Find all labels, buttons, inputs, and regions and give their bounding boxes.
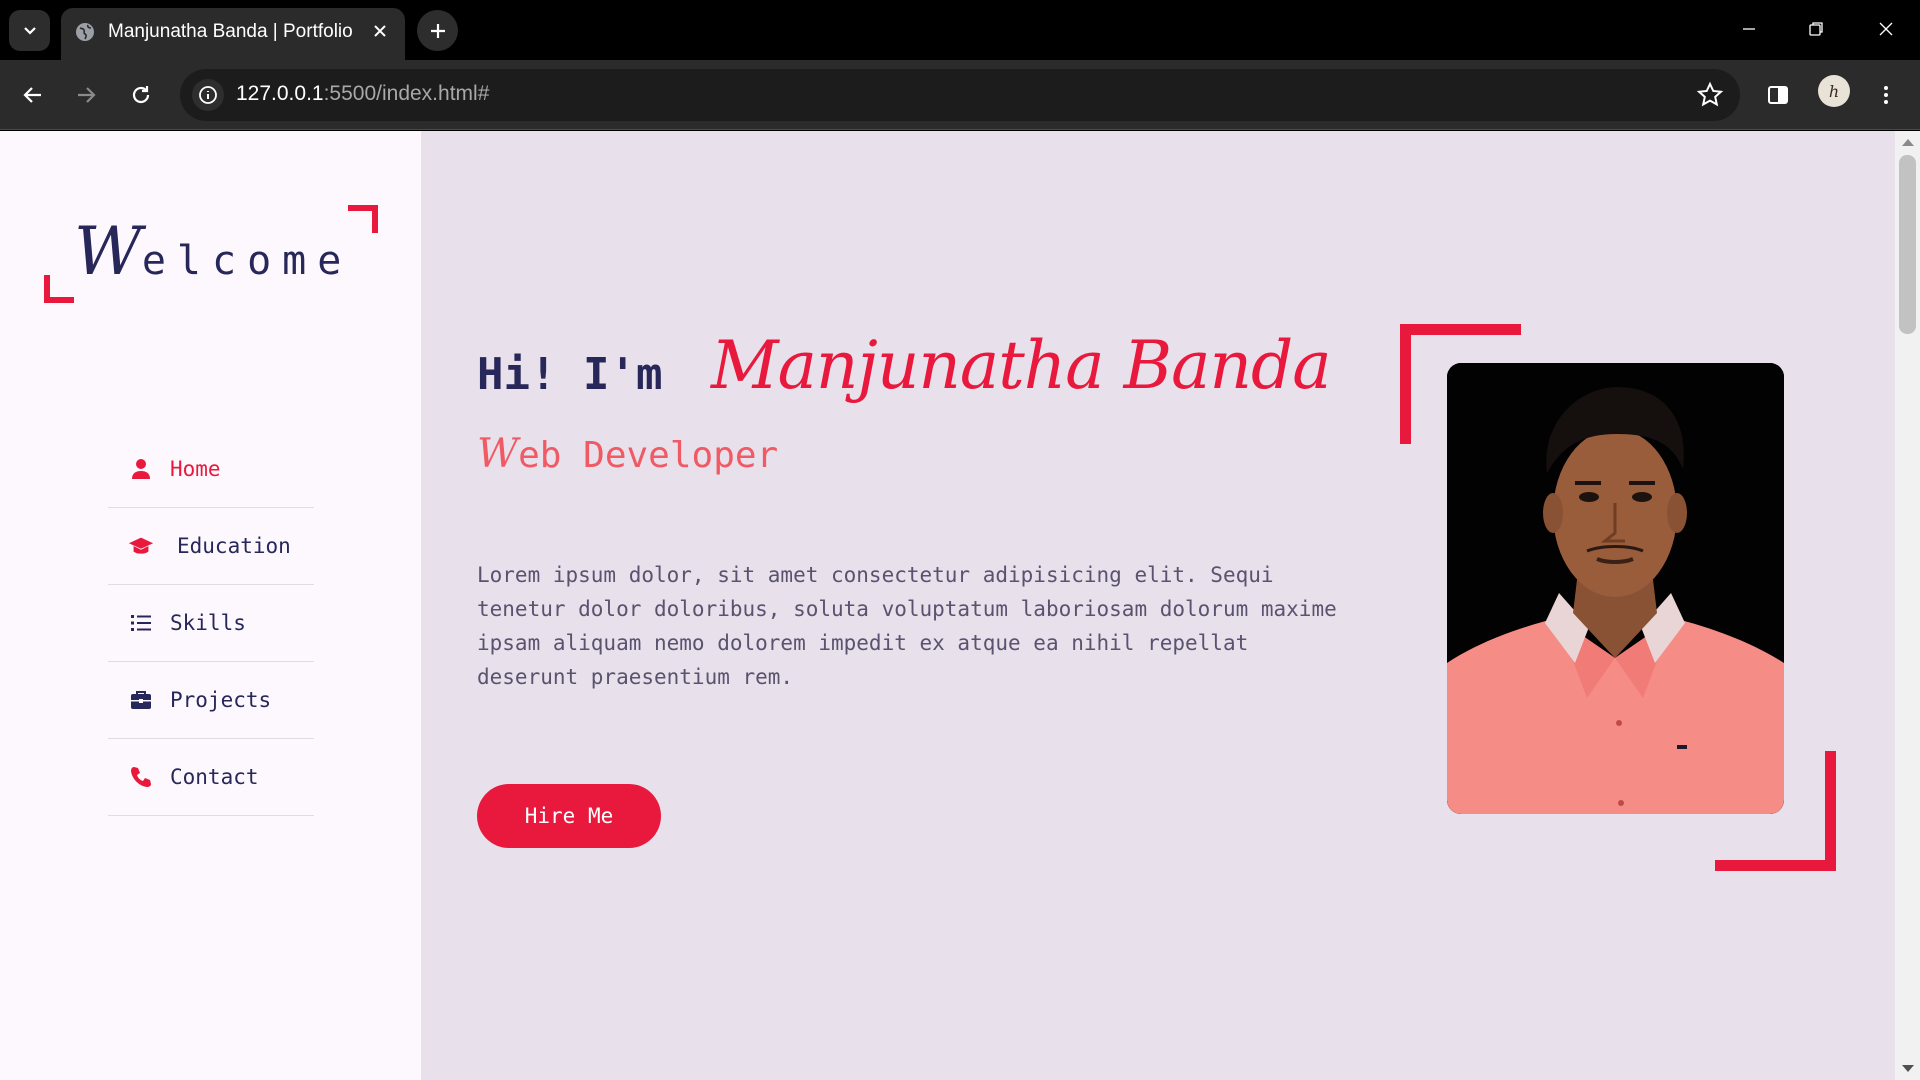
nav-item-projects[interactable]: Projects: [108, 662, 314, 739]
nav-label-contact: Contact: [170, 765, 259, 789]
logo-corner-bottom-left: [44, 275, 74, 303]
browser-menu-button[interactable]: [1866, 75, 1906, 115]
scroll-down-arrow-icon[interactable]: [1902, 1065, 1914, 1072]
graduation-cap-icon: [128, 534, 154, 558]
greeting: Hi! I'm: [477, 349, 663, 400]
browser-tab[interactable]: Manjunatha Banda | Portfolio: [61, 8, 405, 60]
briefcase-icon: [128, 688, 154, 712]
nav-item-home[interactable]: Home: [108, 431, 314, 508]
scrollbar-thumb[interactable]: [1899, 155, 1916, 334]
tab-search-button[interactable]: [9, 10, 50, 51]
info-icon: [199, 86, 217, 104]
browser-tab-strip: Manjunatha Banda | Portfolio: [0, 0, 1920, 60]
sidebar-nav: Home Education Skills Projects Contact: [108, 431, 314, 816]
role-rest: eb Developer: [518, 435, 779, 476]
nav-label-home: Home: [170, 457, 221, 481]
url-text: 127.0.0.1:5500/index.html#: [236, 82, 489, 106]
minimize-icon: [1743, 28, 1755, 30]
restore-button[interactable]: [1801, 14, 1831, 44]
logo-corner-top-right: [348, 205, 378, 233]
url-path: :5500/index.html#: [323, 82, 490, 105]
nav-item-education[interactable]: Education: [108, 508, 314, 585]
scroll-up-arrow-icon[interactable]: [1902, 139, 1914, 146]
chevron-down-icon: [23, 26, 36, 35]
hero-section: Hi! I'm Manjunatha Banda Web Developer L…: [421, 131, 1895, 1080]
hero-name: Manjunatha Banda: [711, 327, 1332, 404]
plus-icon: [430, 23, 445, 38]
close-window-button[interactable]: [1871, 14, 1901, 44]
page-scrollbar[interactable]: [1895, 131, 1920, 1080]
close-icon: [1879, 22, 1893, 36]
reload-button[interactable]: [121, 75, 161, 115]
side-panel-icon: [1768, 86, 1788, 104]
logo-text: Welcome: [74, 213, 352, 290]
hero-description: Lorem ipsum dolor, sit amet consectetur …: [477, 563, 1337, 689]
arrow-right-icon: [78, 87, 96, 103]
sidebar: Welcome Home Education Skills Projects C…: [0, 131, 421, 1080]
site-info-button[interactable]: [192, 79, 224, 111]
profile-avatar[interactable]: h: [1818, 75, 1850, 107]
logo[interactable]: Welcome: [44, 205, 378, 303]
phone-icon: [128, 765, 154, 789]
nav-item-contact[interactable]: Contact: [108, 739, 314, 816]
tab-title: Manjunatha Banda | Portfolio: [108, 21, 353, 42]
new-tab-button[interactable]: [417, 10, 458, 51]
page-viewport: Welcome Home Education Skills Projects C…: [0, 131, 1920, 1080]
hire-me-button[interactable]: Hire Me: [477, 784, 661, 848]
nav-label-skills: Skills: [170, 611, 246, 635]
arrow-left-icon: [23, 87, 41, 103]
nav-item-skills[interactable]: Skills: [108, 585, 314, 662]
role-initial: W: [477, 431, 519, 477]
restore-icon: [1809, 22, 1823, 36]
logo-rest: elcome: [141, 238, 353, 284]
address-bar[interactable]: 127.0.0.1:5500/index.html#: [180, 69, 1740, 121]
user-icon: [128, 457, 154, 481]
side-panel-button[interactable]: [1758, 75, 1798, 115]
hero-role: Web Developer: [477, 431, 778, 477]
close-tab-icon[interactable]: [369, 20, 391, 42]
nav-label-education: Education: [177, 534, 291, 558]
more-vertical-icon: [1884, 86, 1888, 104]
logo-initial: W: [74, 213, 142, 290]
profile-photo: [1447, 363, 1784, 814]
list-icon: [128, 611, 154, 635]
reload-icon: [132, 86, 150, 104]
globe-icon: [76, 23, 94, 41]
minimize-button[interactable]: [1734, 14, 1764, 44]
back-button[interactable]: [13, 75, 53, 115]
forward-button[interactable]: [66, 75, 106, 115]
url-host: 127.0.0.1: [236, 82, 324, 105]
nav-label-projects: Projects: [170, 688, 272, 712]
browser-toolbar: 127.0.0.1:5500/index.html# h: [0, 60, 1920, 130]
bookmark-star-icon[interactable]: [1696, 81, 1724, 109]
